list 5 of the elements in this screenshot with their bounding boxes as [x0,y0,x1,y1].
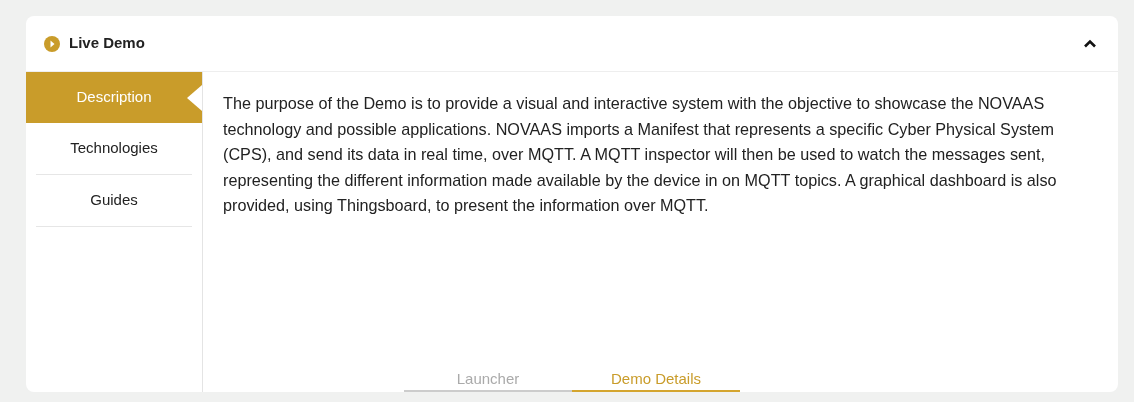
chevron-up-icon [1083,39,1097,48]
description-paragraph: The purpose of the Demo is to provide a visual and interactive system with the objective to showcase the NOVAAS technology and possible applications. NOVAAS imports a Manifest that represents a specific Cyber Physical System (CPS), and send its data in real time, over MQTT. A MQTT inspector will then be used to watch the messages sent, representing the different information made available by the device in on MQTT topics. A graphical dashboard is also provided, using Thingsboard, to present the information over MQTT. [223,93,1058,216]
panel-title: Live Demo [69,33,145,54]
play-circle-icon [44,35,60,52]
sidebar-tab[interactable]: Description [26,72,202,123]
